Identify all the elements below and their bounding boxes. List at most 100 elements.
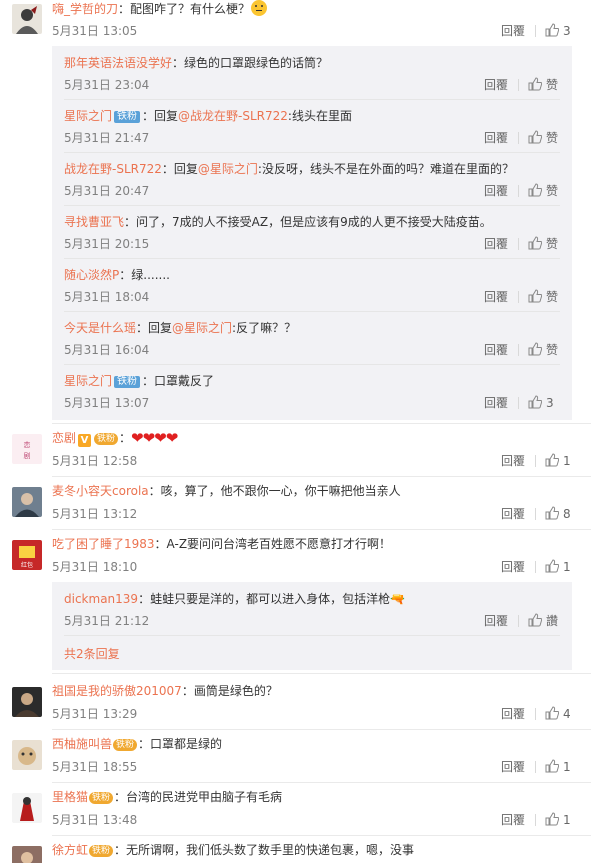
reply-username[interactable]: dickman139 (64, 592, 138, 606)
divider (64, 635, 560, 636)
divider (64, 205, 560, 206)
comment-text: ：咳，算了，他不跟你一心，你干嘛把他当亲人 (148, 484, 401, 498)
like-button[interactable]: 4 (545, 706, 571, 722)
comment-text: ：配图咋了？有什么梗？ (118, 2, 251, 16)
like-button[interactable]: 1 (545, 759, 571, 775)
action-divider (518, 291, 519, 303)
reply-button[interactable]: 回覆 (484, 342, 508, 358)
thumbs-up-icon (545, 453, 559, 467)
avatar[interactable] (12, 4, 42, 34)
reply-button[interactable]: 回覆 (501, 759, 525, 775)
action-divider (535, 508, 536, 520)
like-count: 1 (563, 560, 571, 574)
like-count: 赞 (546, 343, 559, 357)
reply-username[interactable]: 今天是什么瑶 (64, 321, 136, 335)
like-button[interactable]: 赞 (528, 342, 558, 358)
reply-button[interactable]: 回覆 (484, 77, 508, 93)
like-button[interactable]: 赞 (528, 183, 558, 199)
comment-username[interactable]: 恋剧 (52, 431, 76, 445)
like-button[interactable]: 3 (545, 23, 571, 39)
like-count: 8 (563, 507, 571, 521)
reply-button[interactable]: 回覆 (501, 812, 525, 828)
mention-link[interactable]: @星际之门 (172, 321, 232, 335)
reply-text: ：回复 (136, 321, 173, 335)
reply-text: ：问了，7成的人不接受AZ，但是应该有9成的人更不接受大陆疫苗。 (124, 215, 492, 229)
reply-button[interactable]: 回覆 (484, 395, 508, 411)
thumbs-up-icon (528, 342, 542, 356)
comment-time: 5月31日 13:12 (52, 507, 138, 521)
reply-button[interactable]: 回覆 (501, 453, 525, 469)
like-button[interactable]: 1 (545, 812, 571, 828)
mention-link[interactable]: @战龙在野-SLR722 (178, 109, 288, 123)
comment-username[interactable]: 里格猫 (52, 790, 88, 804)
avatar[interactable]: 恋剧 (12, 434, 42, 464)
reply-time: 5月31日 20:47 (64, 184, 150, 198)
reply-text: :反了嘛？？ (232, 321, 297, 335)
like-button[interactable]: 1 (545, 453, 571, 469)
reply-button[interactable]: 回覆 (501, 706, 525, 722)
like-button[interactable]: 讚 (528, 613, 558, 629)
svg-text:红包: 红包 (21, 561, 33, 569)
reply-button[interactable]: 回覆 (484, 130, 508, 146)
more-replies-link[interactable]: 共2条回复 (64, 646, 120, 662)
like-count: 赞 (546, 290, 559, 304)
action-divider (518, 79, 519, 91)
thumbs-up-icon (545, 506, 559, 520)
comment-username[interactable]: 祖国是我的骄傲201007 (52, 684, 182, 698)
reply-username[interactable]: 随心淡然P (64, 268, 119, 282)
action-divider (535, 814, 536, 826)
reply-username[interactable]: 星际之门 (64, 109, 112, 123)
like-count: 赞 (546, 131, 559, 145)
reply-button[interactable]: 回覆 (501, 23, 525, 39)
like-button[interactable]: 赞 (528, 77, 558, 93)
like-count: 3 (563, 24, 571, 38)
comment-time: 5月31日 13:29 (52, 707, 138, 721)
like-count: 4 (563, 707, 571, 721)
like-button[interactable]: 8 (545, 506, 571, 522)
reply-username[interactable]: 那年英语法语没学好 (64, 56, 172, 70)
mention-link[interactable]: @星际之门 (198, 162, 258, 176)
action-divider (518, 397, 519, 409)
comment-username[interactable]: 西柚施叫兽 (52, 737, 112, 751)
comment-time: 5月31日 13:48 (52, 813, 138, 827)
avatar[interactable] (12, 487, 42, 517)
reply-username[interactable]: 星际之门 (64, 374, 112, 388)
like-button[interactable]: 赞 (528, 289, 558, 305)
reply-time: 5月31日 23:04 (64, 78, 150, 92)
like-button[interactable]: 3 (528, 395, 554, 411)
like-button[interactable]: 赞 (528, 236, 558, 252)
reply-text: :没反呀，线头不是在外面的吗？难道在里面的？ (257, 162, 514, 176)
comment-text: ：A-Z要问问台湾老百姓愿不愿意打才行啊！ (154, 537, 392, 551)
reply-button[interactable]: 回覆 (484, 183, 508, 199)
reply-button[interactable]: 回覆 (484, 236, 508, 252)
divider (64, 364, 560, 365)
action-divider (535, 761, 536, 773)
comment-username[interactable]: 嗨_学哲的刀 (52, 2, 118, 16)
reply-button[interactable]: 回覆 (501, 506, 525, 522)
like-count: 1 (563, 813, 571, 827)
comment-username[interactable]: 麦冬小容天corola (52, 484, 149, 498)
thumbs-up-icon (545, 23, 559, 37)
like-button[interactable]: 1 (545, 559, 571, 575)
reply-button[interactable]: 回覆 (501, 559, 525, 575)
reply-username[interactable]: 寻找曹亚飞 (64, 215, 124, 229)
heart-emoji-icon: ❤❤❤❤ (131, 429, 178, 447)
avatar[interactable] (12, 687, 42, 717)
reply-button[interactable]: 回覆 (484, 289, 508, 305)
avatar[interactable] (12, 740, 42, 770)
divider (52, 835, 591, 836)
avatar[interactable]: 红包 (12, 540, 42, 570)
thumbs-up-icon (545, 759, 559, 773)
action-divider (535, 25, 536, 37)
comment-username[interactable]: 吃了困了睡了1983 (52, 537, 155, 551)
like-button[interactable]: 赞 (528, 130, 558, 146)
thinking-face-icon (251, 0, 268, 16)
divider (52, 729, 591, 730)
reply-text: ：蛙蛙只要是洋的，都可以进入身体，包括洋枪 (138, 592, 391, 606)
avatar[interactable] (12, 846, 42, 863)
comment-time: 5月31日 18:10 (52, 560, 138, 574)
avatar[interactable] (12, 793, 42, 823)
comment-username[interactable]: 徐方虹 (52, 843, 88, 857)
reply-button[interactable]: 回覆 (484, 613, 508, 629)
reply-username[interactable]: 战龙在野-SLR722 (64, 162, 162, 176)
